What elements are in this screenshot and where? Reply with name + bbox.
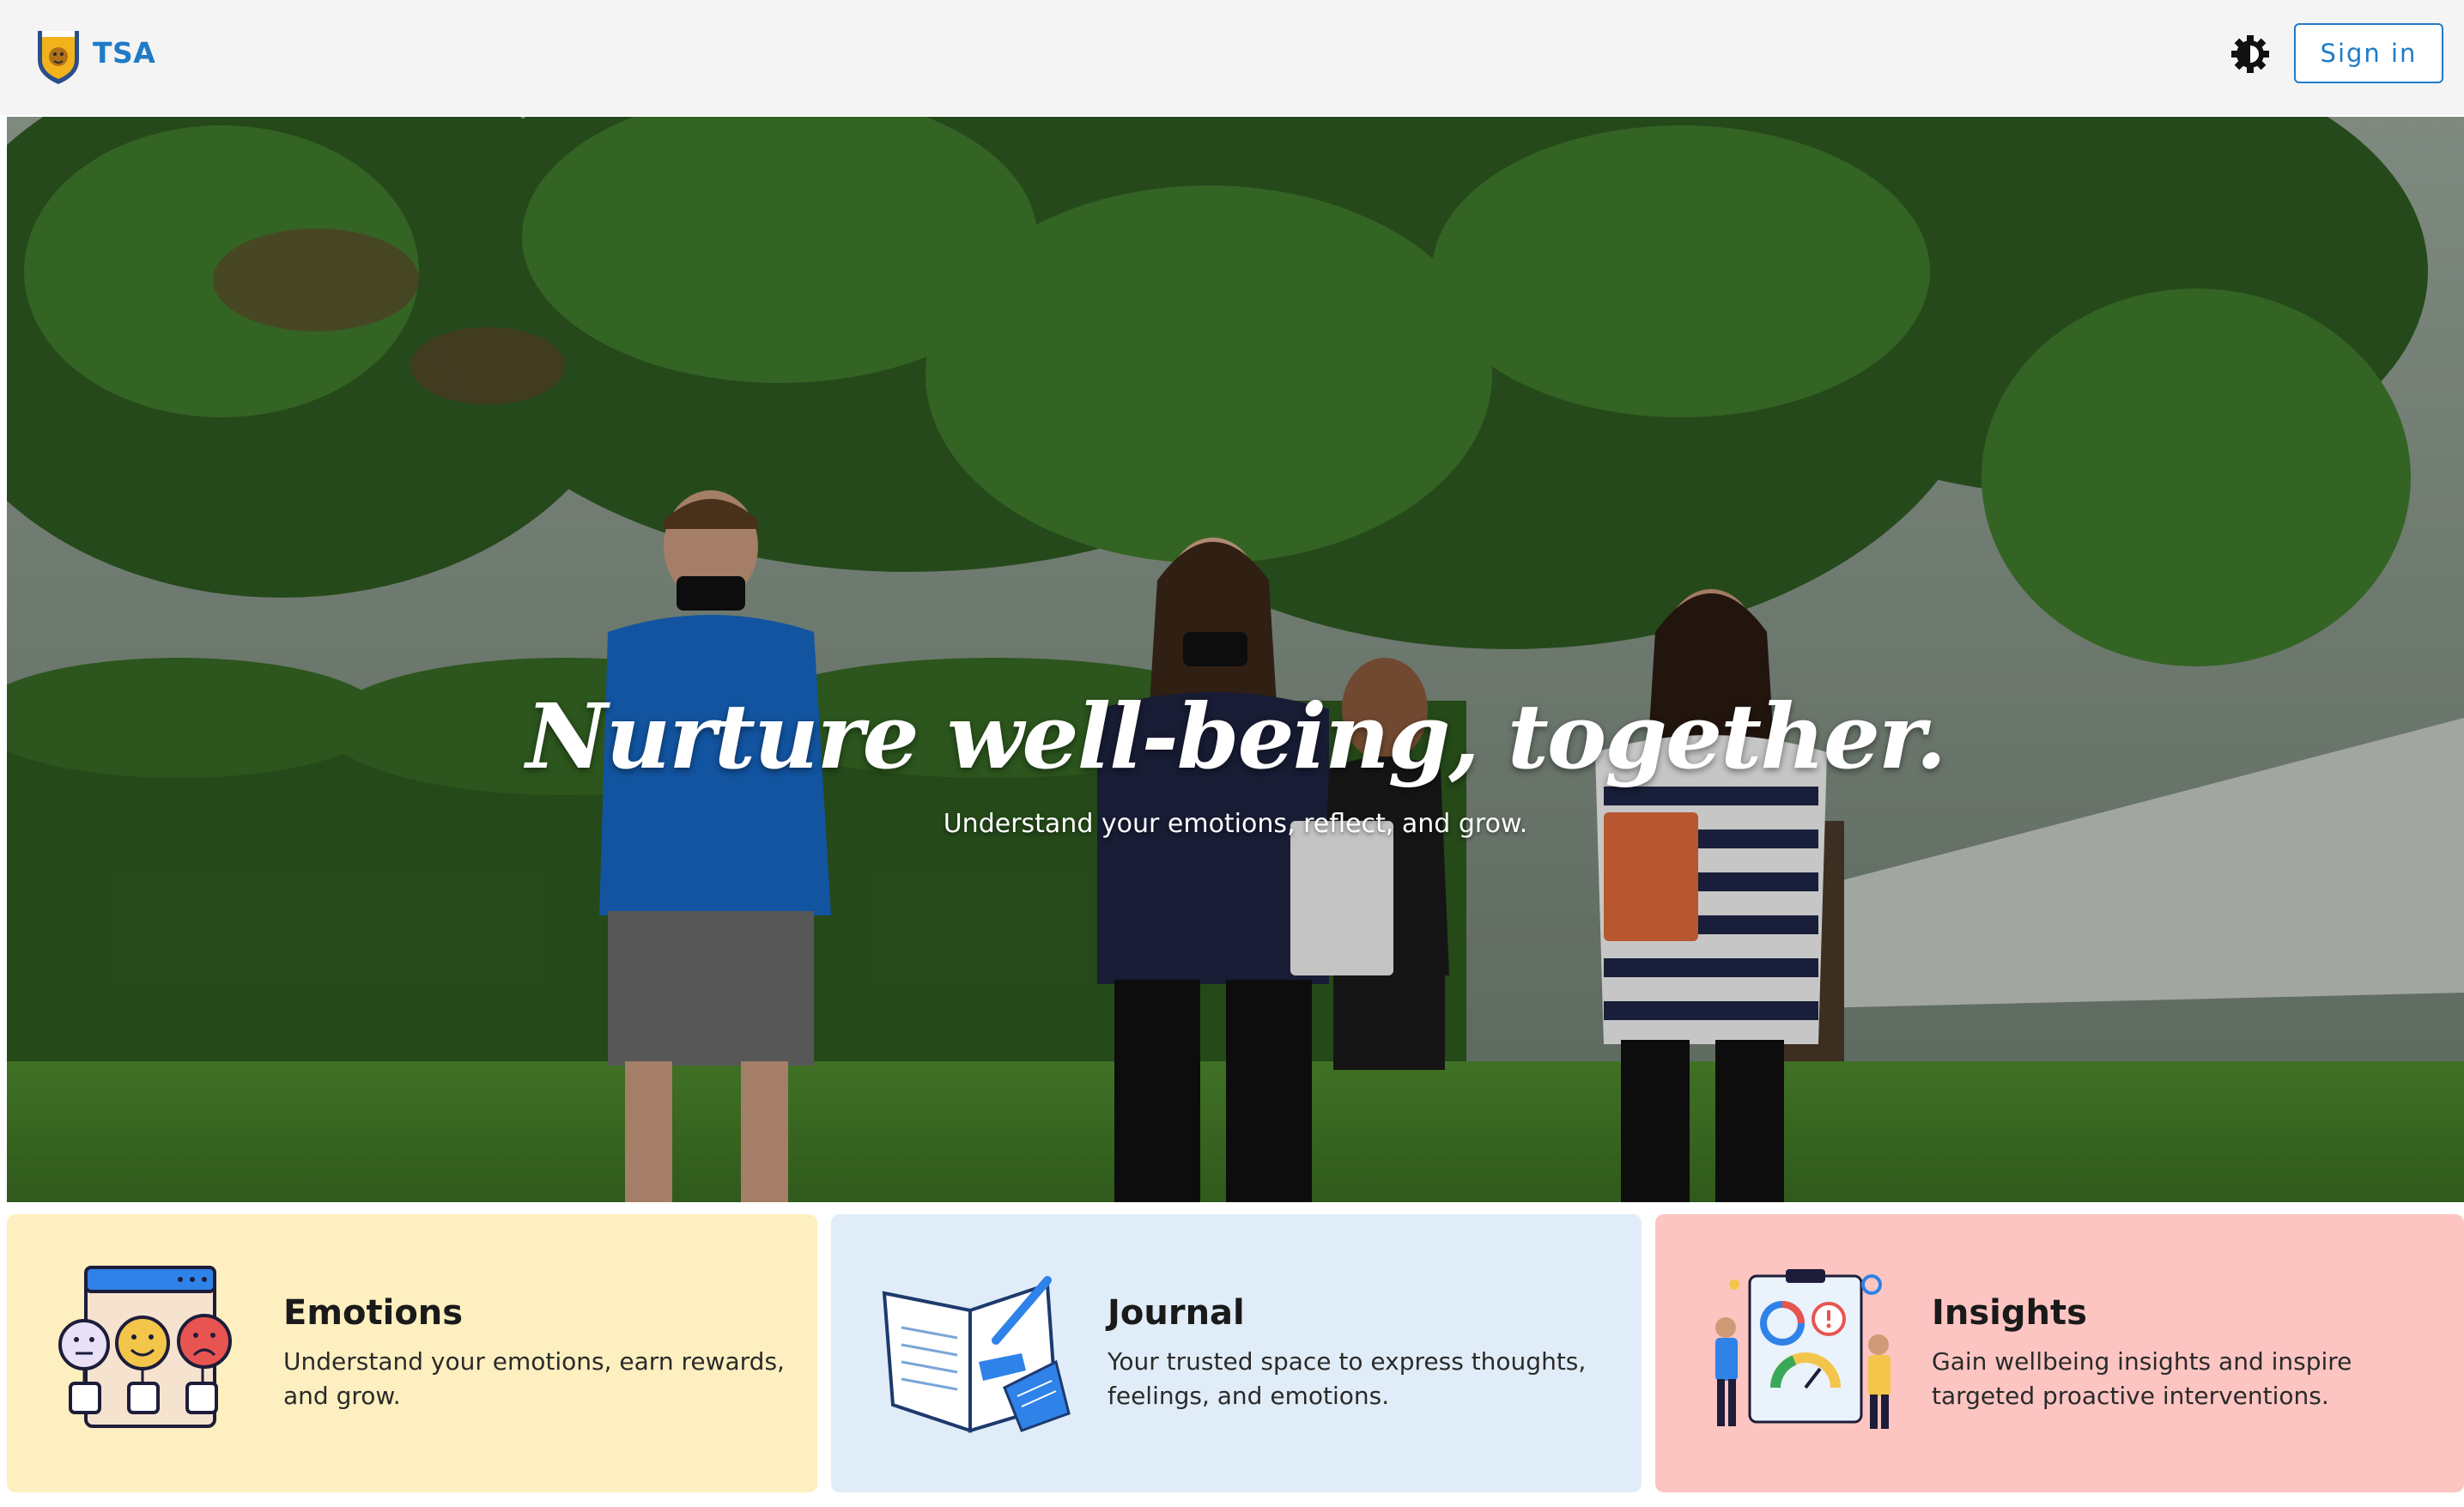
card-description-journal: Your trusted space to express thoughts, … bbox=[1108, 1347, 1587, 1410]
hero-title: Nurture well-being, together. bbox=[525, 684, 1947, 789]
hero-subtitle: Understand your emotions, reflect, and g… bbox=[943, 809, 1528, 839]
feature-card-emotions[interactable]: Emotions Understand your emotions, earn … bbox=[7, 1214, 817, 1492]
hero-photo-students-walking bbox=[7, 117, 2464, 1202]
hero-banner: Nurture well-being, together. Understand… bbox=[7, 117, 2464, 1202]
card-title-journal: Journal bbox=[1108, 1293, 1245, 1333]
card-description-insights: Gain wellbeing insights and inspire targ… bbox=[1932, 1347, 2352, 1410]
emotions-illustration bbox=[58, 1266, 232, 1428]
insights-illustration bbox=[1715, 1269, 1890, 1429]
top-nav: TSA Sign in bbox=[0, 0, 2464, 115]
school-crest-logo[interactable] bbox=[34, 26, 82, 86]
journal-illustration bbox=[882, 1276, 1071, 1433]
feature-card-insights[interactable]: Insights Gain wellbeing insights and ins… bbox=[1655, 1214, 2464, 1492]
feature-card-journal[interactable]: Journal Your trusted space to express th… bbox=[831, 1214, 1642, 1492]
brand-name[interactable]: TSA bbox=[93, 36, 155, 70]
theme-toggle-icon[interactable] bbox=[2230, 34, 2270, 74]
sign-in-button[interactable]: Sign in bbox=[2294, 23, 2443, 83]
card-description-emotions: Understand your emotions, earn rewards, … bbox=[283, 1347, 785, 1410]
card-title-insights: Insights bbox=[1932, 1293, 2087, 1333]
card-title-emotions: Emotions bbox=[283, 1293, 464, 1333]
